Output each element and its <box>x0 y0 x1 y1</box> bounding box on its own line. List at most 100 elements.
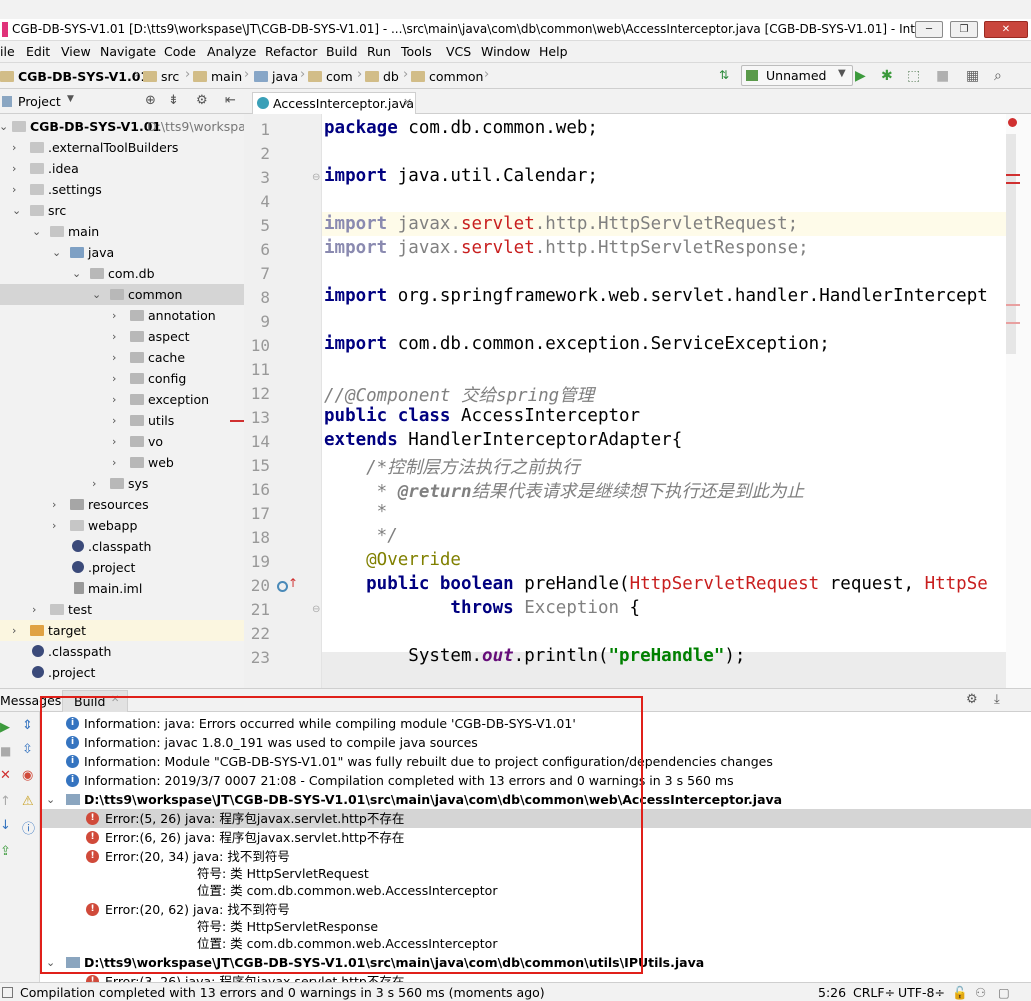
tree-item-config[interactable]: › config <box>0 368 244 389</box>
message-row[interactable]: ! Error:(5, 26) java: 程序包javax.servlet.ht… <box>40 809 1031 828</box>
hide-panel-icon[interactable]: ⤓ <box>994 692 1000 707</box>
code-editor[interactable]: 1 2 3 4 5 6 7 8 9 10 11 12 13 14 15 16 1… <box>244 114 1031 688</box>
breadcrumb-java[interactable]: java <box>254 69 298 84</box>
chevron-down-icon[interactable]: ⌄ <box>32 221 41 242</box>
build-project-icon[interactable]: ⇅ <box>719 68 729 82</box>
chevron-right-icon[interactable]: › <box>52 494 56 515</box>
menu-analyze[interactable]: Analyze <box>207 44 256 59</box>
status-message[interactable]: Compilation completed with 13 errors and… <box>20 985 545 1000</box>
chevron-right-icon[interactable]: › <box>12 137 16 158</box>
scrollbar-thumb[interactable] <box>1006 134 1016 354</box>
tree-item-project-file[interactable]: .project <box>0 557 244 578</box>
debug-icon[interactable]: ✱ <box>881 68 893 84</box>
chevron-right-icon[interactable]: › <box>112 347 116 368</box>
tree-item-src[interactable]: ⌄ src <box>0 200 244 221</box>
tree-item-idea[interactable]: › .idea <box>0 158 244 179</box>
project-structure-icon[interactable]: ▦ <box>966 68 979 84</box>
maximize-button[interactable]: ❐ <box>950 21 978 38</box>
chevron-down-icon[interactable]: ⌄ <box>52 242 61 263</box>
inspector-icon[interactable]: ⚇ <box>975 985 986 1000</box>
tree-item-vo[interactable]: › vo <box>0 431 244 452</box>
menu-file[interactable]: ile <box>0 44 15 59</box>
stop-icon[interactable]: ■ <box>0 744 11 758</box>
menu-vcs[interactable]: VCS <box>446 44 471 59</box>
message-row[interactable]: i Information: 2019/3/7 0007 21:08 - Comp… <box>40 771 1031 790</box>
error-indicator-icon[interactable] <box>1008 118 1017 127</box>
editor-tab-accessinterceptor[interactable]: AccessInterceptor.java ✕ <box>252 92 416 114</box>
menu-code[interactable]: Code <box>164 44 196 59</box>
tree-item-main[interactable]: ⌄ main <box>0 221 244 242</box>
run-config-dropdown[interactable]: Unnamed ▼ <box>741 65 853 86</box>
menu-tools[interactable]: Tools <box>401 44 432 59</box>
message-file-row[interactable]: ⌄ D:\tts9\workspase\JT\CGB-DB-SYS-V1.01\s… <box>40 953 1031 972</box>
locate-file-icon[interactable]: ⊕ <box>145 93 156 108</box>
chevron-right-icon[interactable]: › <box>52 515 56 536</box>
chevron-down-icon[interactable]: ⌄ <box>0 116 8 137</box>
project-panel-title[interactable]: Project <box>18 94 61 109</box>
tree-item-resources[interactable]: › resources <box>0 494 244 515</box>
chevron-right-icon[interactable]: › <box>112 431 116 452</box>
message-row[interactable]: i Information: Module "CGB-DB-SYS-V1.01" … <box>40 752 1031 771</box>
tree-item-java[interactable]: ⌄ java <box>0 242 244 263</box>
error-stripe-mark[interactable] <box>1006 304 1020 306</box>
chevron-down-icon[interactable]: ⌄ <box>12 200 21 221</box>
tree-item-aspect[interactable]: › aspect <box>0 326 244 347</box>
menu-window[interactable]: Window <box>481 44 530 59</box>
tree-item-cache[interactable]: › cache <box>0 347 244 368</box>
lock-icon[interactable]: 🔓 <box>952 985 968 1001</box>
search-icon[interactable]: ⌕ <box>994 68 1002 84</box>
chevron-down-icon[interactable]: ⌄ <box>46 953 55 972</box>
menu-help[interactable]: Help <box>539 44 568 59</box>
close-tab-icon[interactable]: ✕ <box>403 96 412 109</box>
menu-edit[interactable]: Edit <box>26 44 50 59</box>
tree-item-externaltoolbuilders[interactable]: › .externalToolBuilders <box>0 137 244 158</box>
message-row[interactable]: ! Error:(6, 26) java: 程序包javax.servlet.ht… <box>40 828 1031 847</box>
arrow-up-icon[interactable]: ↑ <box>288 576 298 590</box>
show-info-icon[interactable]: ⓘ <box>22 818 35 837</box>
menu-refactor[interactable]: Refactor <box>265 44 317 59</box>
error-stripe-mark[interactable] <box>1006 322 1020 324</box>
next-icon[interactable]: ↓ <box>0 818 11 833</box>
message-row[interactable]: i Information: javac 1.8.0_191 was used t… <box>40 733 1031 752</box>
tree-item-sys[interactable]: › sys <box>0 473 244 494</box>
fold-icon[interactable]: ⊖ <box>312 172 320 183</box>
collapse-all-icon[interactable]: ⇳ <box>22 742 33 757</box>
tree-item-exception[interactable]: › exception <box>0 389 244 410</box>
tree-item-com-db[interactable]: ⌄ com.db <box>0 263 244 284</box>
tree-item-common[interactable]: ⌄ common <box>0 284 244 305</box>
show-warnings-icon[interactable]: ⚠ <box>22 794 34 809</box>
error-stripe-mark[interactable] <box>1006 174 1020 176</box>
tree-item-utils[interactable]: › utils <box>0 410 244 431</box>
minimize-button[interactable]: ─ <box>915 21 943 38</box>
chevron-right-icon[interactable]: › <box>112 389 116 410</box>
gear-icon[interactable]: ⚙ <box>196 93 208 108</box>
breadcrumb-main[interactable]: main <box>193 69 242 84</box>
event-log-icon[interactable]: ▢ <box>998 985 1010 1000</box>
chevron-right-icon[interactable]: › <box>12 620 16 641</box>
chevron-down-icon[interactable]: ⌄ <box>72 263 81 284</box>
chevron-down-icon[interactable]: ⌄ <box>92 284 101 305</box>
tree-item-test[interactable]: › test <box>0 599 244 620</box>
close-tab-icon[interactable]: ✕ <box>111 694 119 705</box>
chevron-right-icon[interactable]: › <box>92 473 96 494</box>
chevron-right-icon[interactable]: › <box>32 599 36 620</box>
show-errors-icon[interactable]: ◉ <box>22 768 33 783</box>
tree-item-webapp[interactable]: › webapp <box>0 515 244 536</box>
chevron-down-icon[interactable]: ⌄ <box>46 790 55 809</box>
menu-build[interactable]: Build <box>326 44 357 59</box>
error-stripe-mark[interactable] <box>1006 182 1020 184</box>
menu-run[interactable]: Run <box>367 44 391 59</box>
override-marker-icon[interactable] <box>277 581 288 592</box>
run-icon[interactable]: ▶ <box>855 68 866 84</box>
collapse-all-icon[interactable]: ⇟ <box>168 93 179 108</box>
line-separator[interactable]: CRLF÷ <box>853 985 895 1000</box>
close-button[interactable]: ✕ <box>984 21 1028 38</box>
tree-item-target[interactable]: › target <box>0 620 244 641</box>
breadcrumb-src[interactable]: src <box>143 69 179 84</box>
breadcrumb-common[interactable]: common <box>411 69 483 84</box>
coverage-icon[interactable]: ⬚ <box>907 68 920 84</box>
export-icon[interactable]: ⇪ <box>0 844 11 859</box>
tree-item-main-iml[interactable]: main.iml <box>0 578 244 599</box>
tree-item-root-classpath[interactable]: .classpath <box>0 641 244 662</box>
menu-view[interactable]: View <box>61 44 91 59</box>
